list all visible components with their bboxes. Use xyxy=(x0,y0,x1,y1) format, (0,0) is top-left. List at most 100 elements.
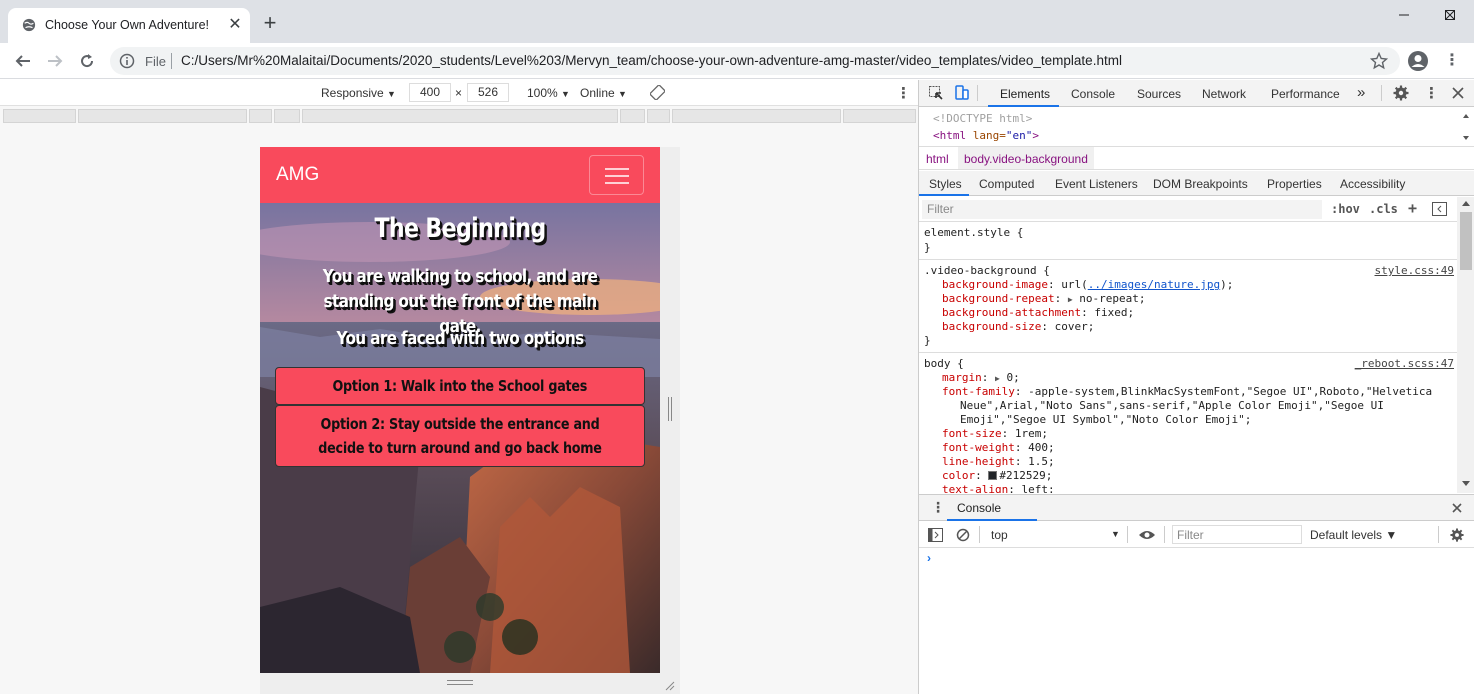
tab-sources[interactable]: Sources xyxy=(1137,87,1181,101)
console-sidebar-icon[interactable] xyxy=(928,528,943,542)
devtools-menu-icon[interactable]: ⋮ xyxy=(1424,84,1439,102)
resize-corner-icon[interactable] xyxy=(663,679,675,691)
media-query-segment[interactable] xyxy=(843,109,916,123)
tab-properties[interactable]: Properties xyxy=(1267,177,1322,191)
css-url-link[interactable]: ../images/nature.jpg xyxy=(1088,278,1220,291)
device-mode-select[interactable]: Responsive ▼ xyxy=(321,86,396,100)
info-icon[interactable] xyxy=(119,53,135,69)
more-tabs-icon[interactable]: » xyxy=(1357,84,1365,101)
scroll-up-icon[interactable] xyxy=(1462,200,1470,206)
drawer-menu-icon[interactable]: ⋮ xyxy=(931,499,945,516)
tab-console[interactable]: Console xyxy=(1071,87,1115,101)
tab-event-listeners[interactable]: Event Listeners xyxy=(1055,177,1138,191)
hov-toggle[interactable]: :hov xyxy=(1331,202,1360,216)
breadcrumb-html[interactable]: html xyxy=(926,152,949,166)
profile-avatar-icon[interactable] xyxy=(1408,51,1428,71)
browser-tab[interactable]: Choose Your Own Adventure! ✕ xyxy=(8,8,250,43)
css-declaration[interactable]: margin: ▶ 0; xyxy=(942,371,1020,384)
new-tab-button[interactable]: + xyxy=(259,12,281,34)
resize-handle-right[interactable] xyxy=(660,147,680,673)
zoom-select[interactable]: 100% ▼ xyxy=(527,86,570,100)
scroll-down-icon[interactable] xyxy=(1462,481,1470,487)
context-chevron-icon[interactable]: ▼ xyxy=(1111,529,1120,539)
css-declaration[interactable]: background-image: url(../images/nature.j… xyxy=(942,278,1233,291)
media-query-segment[interactable] xyxy=(620,109,645,123)
toggle-sidebar-icon[interactable] xyxy=(1432,202,1447,216)
tab-dom-breakpoints[interactable]: DOM Breakpoints xyxy=(1153,177,1248,191)
reload-button[interactable] xyxy=(74,48,100,74)
new-rule-icon[interactable]: + xyxy=(1408,199,1417,217)
media-query-segment[interactable] xyxy=(302,109,618,123)
css-declaration[interactable]: text-align: left; xyxy=(942,483,1055,493)
tab-performance[interactable]: Performance xyxy=(1271,87,1340,101)
device-toggle-icon[interactable] xyxy=(954,85,970,101)
video-background-rule[interactable]: .video-background { style.css:49 backgro… xyxy=(919,261,1457,353)
console-prompt[interactable]: › xyxy=(927,551,931,565)
element-style-rule[interactable]: element.style { } xyxy=(919,223,1457,260)
clear-console-icon[interactable] xyxy=(956,528,970,542)
network-throttle-select[interactable]: Online ▼ xyxy=(580,86,627,100)
close-tab-icon[interactable]: ✕ xyxy=(226,16,244,34)
expand-triangle-icon[interactable]: ▶ xyxy=(995,374,1000,383)
css-declaration[interactable]: font-family: -apple-system,BlinkMacSyste… xyxy=(942,385,1432,398)
media-query-segment[interactable] xyxy=(647,109,670,123)
css-declaration[interactable]: background-repeat: ▶ no-repeat; xyxy=(942,292,1146,305)
close-devtools-icon[interactable] xyxy=(1450,85,1466,101)
minimize-button[interactable] xyxy=(1381,0,1427,30)
cls-toggle[interactable]: .cls xyxy=(1369,202,1398,216)
chrome-menu-icon[interactable]: ⋮ xyxy=(1442,51,1462,71)
dom-scroll-arrows-icon[interactable] xyxy=(1462,112,1470,142)
tab-network[interactable]: Network xyxy=(1202,87,1246,101)
console-filter-input[interactable]: Filter xyxy=(1172,525,1302,544)
breadcrumb-body[interactable]: body.video-background xyxy=(958,147,1094,169)
settings-gear-icon[interactable] xyxy=(1393,85,1409,101)
resize-handle-bottom[interactable] xyxy=(260,673,680,694)
expand-triangle-icon[interactable]: ▶ xyxy=(1068,295,1073,304)
forward-button[interactable] xyxy=(42,48,68,74)
tab-accessibility[interactable]: Accessibility xyxy=(1340,177,1405,191)
scrollbar-thumb[interactable] xyxy=(1460,212,1472,270)
option-1-button[interactable]: Option 1: Walk into the School gates xyxy=(275,367,645,405)
body-rule[interactable]: body { _reboot.scss:47 margin: ▶ 0; font… xyxy=(919,354,1457,493)
option-2-button[interactable]: Option 2: Stay outside the entrance and … xyxy=(275,405,645,467)
media-query-segment[interactable] xyxy=(3,109,76,123)
styles-filter-input[interactable]: Filter xyxy=(922,200,1322,219)
color-swatch[interactable] xyxy=(988,471,998,480)
log-levels-select[interactable]: Default levels ▼ xyxy=(1310,528,1397,542)
close-drawer-icon[interactable] xyxy=(1451,502,1463,514)
media-query-segment[interactable] xyxy=(274,109,300,123)
css-declaration[interactable]: background-size: cover; xyxy=(942,320,1094,333)
css-declaration[interactable]: background-attachment: fixed; xyxy=(942,306,1134,319)
media-query-segment[interactable] xyxy=(249,109,272,123)
dom-html-node[interactable]: <html lang="en"> xyxy=(933,129,1039,142)
bookmark-star-icon[interactable] xyxy=(1370,52,1388,70)
width-input[interactable]: 400 xyxy=(409,83,451,102)
rotate-icon[interactable] xyxy=(650,85,665,100)
back-button[interactable] xyxy=(10,48,36,74)
rule-source-link[interactable]: _reboot.scss:47 xyxy=(1355,357,1454,370)
inspect-element-icon[interactable] xyxy=(928,85,944,101)
address-bar[interactable]: File C:/Users/Mr%20Malaitai/Documents/20… xyxy=(110,47,1400,75)
tab-computed[interactable]: Computed xyxy=(979,177,1034,191)
url-text[interactable]: C:/Users/Mr%20Malaitai/Documents/2020_st… xyxy=(181,53,1122,68)
media-query-segment[interactable] xyxy=(78,109,247,123)
tab-elements[interactable]: Elements xyxy=(1000,87,1050,101)
close-window-button[interactable] xyxy=(1427,0,1473,30)
hamburger-menu-icon[interactable] xyxy=(589,155,644,195)
css-declaration[interactable]: color: #212529; xyxy=(942,469,1052,482)
media-query-segment[interactable] xyxy=(672,109,841,123)
device-toolbar-more-icon[interactable]: ⋮ xyxy=(896,84,911,102)
live-expression-eye-icon[interactable] xyxy=(1138,529,1156,541)
rule-source-link[interactable]: style.css:49 xyxy=(1375,264,1454,277)
css-declaration[interactable]: line-height: 1.5; xyxy=(942,455,1055,468)
styles-scrollbar[interactable] xyxy=(1457,197,1474,493)
css-declaration[interactable]: font-weight: 400; xyxy=(942,441,1055,454)
context-selector[interactable]: top xyxy=(991,528,1008,542)
navbar-brand[interactable]: AMG xyxy=(276,164,319,186)
tab-styles[interactable]: Styles xyxy=(929,177,962,191)
css-declaration[interactable]: font-size: 1rem; xyxy=(942,427,1048,440)
drawer-tab-console[interactable]: Console xyxy=(957,501,1001,515)
dom-doctype[interactable]: <!DOCTYPE html> xyxy=(933,112,1032,125)
height-input[interactable]: 526 xyxy=(467,83,509,102)
console-settings-gear-icon[interactable] xyxy=(1450,528,1464,542)
